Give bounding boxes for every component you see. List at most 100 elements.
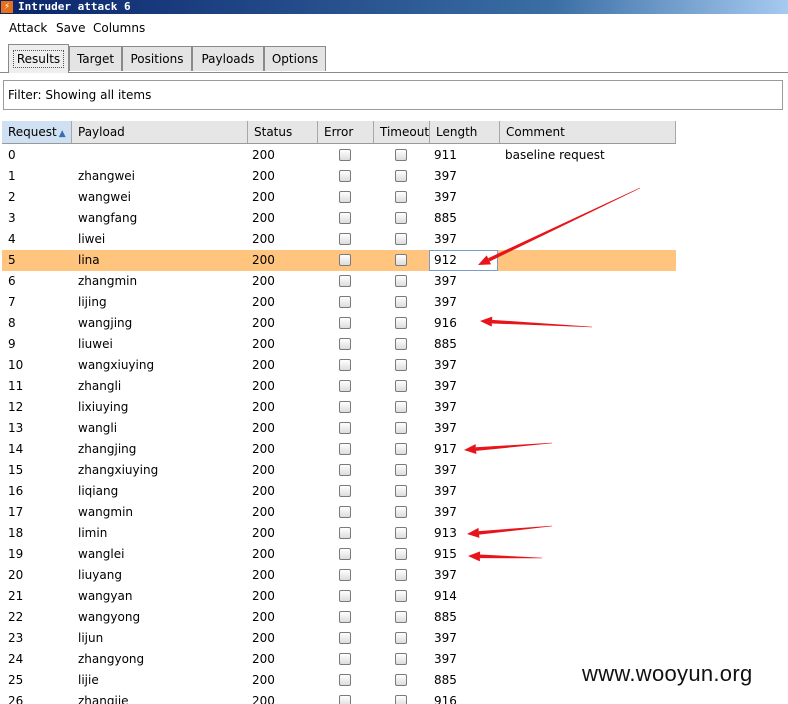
- timeout-checkbox: [395, 422, 407, 434]
- table-row[interactable]: 9 liuwei 200 885: [2, 334, 676, 355]
- cell-request: 15: [8, 463, 24, 477]
- cell-status: 200: [252, 484, 275, 498]
- error-checkbox: [339, 317, 351, 329]
- table-row[interactable]: 26 zhangjie 200 916: [2, 691, 676, 704]
- cell-comment: [505, 208, 675, 229]
- table-row[interactable]: 24 zhangyong 200 397: [2, 649, 676, 670]
- cell-payload: lijing: [78, 295, 107, 309]
- cell-comment: [505, 481, 675, 502]
- cell-timeout: [395, 313, 409, 334]
- table-row[interactable]: 25 lijie 200 885: [2, 670, 676, 691]
- cell-request: 25: [8, 673, 24, 687]
- error-checkbox: [339, 254, 351, 266]
- table-row[interactable]: 13 wangli 200 397: [2, 418, 676, 439]
- tab-results[interactable]: Results: [8, 44, 69, 73]
- error-checkbox: [339, 548, 351, 560]
- table-row[interactable]: 17 wangmin 200 397: [2, 502, 676, 523]
- cell-length: 917: [434, 442, 457, 456]
- error-checkbox: [339, 485, 351, 497]
- cell-status: 200: [252, 211, 275, 225]
- cell-error: [339, 460, 353, 481]
- cell-length: 885: [434, 610, 457, 624]
- cell-payload: zhangwei: [78, 169, 136, 183]
- timeout-checkbox: [395, 548, 407, 560]
- cell-length: 911: [434, 148, 457, 162]
- table-row[interactable]: 5 lina 200 912: [2, 250, 676, 271]
- cell-comment: [505, 523, 675, 544]
- table-row[interactable]: 2 wangwei 200 397: [2, 187, 676, 208]
- tab-target[interactable]: Target: [69, 46, 122, 71]
- table-row[interactable]: 0 200 911 baseline request: [2, 145, 676, 166]
- cell-timeout: [395, 502, 409, 523]
- cell-status: 200: [252, 337, 275, 351]
- cell-payload: liuyang: [78, 568, 122, 582]
- cell-payload: wanglei: [78, 547, 125, 561]
- tab-positions[interactable]: Positions: [122, 46, 192, 71]
- table-row[interactable]: 6 zhangmin 200 397: [2, 271, 676, 292]
- cell-status: 200: [252, 568, 275, 582]
- timeout-checkbox: [395, 590, 407, 602]
- column-header-payload-label: Payload: [78, 125, 125, 139]
- sort-ascending-icon: ▲: [58, 129, 66, 139]
- table-row[interactable]: 8 wangjing 200 916: [2, 313, 676, 334]
- cell-request: 10: [8, 358, 24, 372]
- tab-options[interactable]: Options: [264, 46, 326, 71]
- title-bar: ⚡ Intruder attack 6: [0, 0, 788, 14]
- cell-error: [339, 502, 353, 523]
- cell-timeout: [395, 208, 409, 229]
- table-row[interactable]: 4 liwei 200 397: [2, 229, 676, 250]
- column-header-payload[interactable]: Payload: [72, 121, 248, 143]
- column-header-comment-label: Comment: [506, 125, 565, 139]
- table-row[interactable]: 1 zhangwei 200 397: [2, 166, 676, 187]
- table-row[interactable]: 22 wangyong 200 885: [2, 607, 676, 628]
- cell-request: 22: [8, 610, 24, 624]
- error-checkbox: [339, 233, 351, 245]
- cell-timeout: [395, 607, 409, 628]
- cell-status: 200: [252, 421, 275, 435]
- cell-comment: [505, 271, 675, 292]
- cell-length: 397: [434, 400, 457, 414]
- column-header-timeout[interactable]: Timeout: [374, 121, 430, 143]
- cell-timeout: [395, 187, 409, 208]
- column-header-request[interactable]: Request ▲: [2, 121, 72, 143]
- tab-payloads[interactable]: Payloads: [192, 46, 264, 71]
- menu-save[interactable]: Save: [56, 20, 85, 36]
- table-row[interactable]: 23 lijun 200 397: [2, 628, 676, 649]
- table-row[interactable]: 18 limin 200 913: [2, 523, 676, 544]
- table-row[interactable]: 21 wangyan 200 914: [2, 586, 676, 607]
- cell-length: 397: [434, 295, 457, 309]
- table-row[interactable]: 10 wangxiuying 200 397: [2, 355, 676, 376]
- filter-bar[interactable]: Filter: Showing all items: [3, 80, 783, 110]
- cell-error: [339, 544, 353, 565]
- cell-error: [339, 166, 353, 187]
- cell-comment: [505, 418, 675, 439]
- column-header-status[interactable]: Status: [248, 121, 318, 143]
- table-row[interactable]: 3 wangfang 200 885: [2, 208, 676, 229]
- cell-request: 12: [8, 400, 24, 414]
- cell-error: [339, 670, 353, 691]
- table-row[interactable]: 16 liqiang 200 397: [2, 481, 676, 502]
- table-row[interactable]: 19 wanglei 200 915: [2, 544, 676, 565]
- cell-request: 21: [8, 589, 24, 603]
- table-row[interactable]: 7 lijing 200 397: [2, 292, 676, 313]
- column-header-comment[interactable]: Comment: [500, 121, 676, 143]
- table-row[interactable]: 12 lixiuying 200 397: [2, 397, 676, 418]
- error-checkbox: [339, 170, 351, 182]
- table-row[interactable]: 14 zhangjing 200 917: [2, 439, 676, 460]
- menu-columns[interactable]: Columns: [93, 20, 145, 36]
- menu-attack[interactable]: Attack: [9, 20, 47, 36]
- error-checkbox: [339, 527, 351, 539]
- column-header-status-label: Status: [254, 125, 293, 139]
- table-row[interactable]: 15 zhangxiuying 200 397: [2, 460, 676, 481]
- cell-status: 200: [252, 379, 275, 393]
- cell-length: 913: [434, 526, 457, 540]
- cell-comment: [505, 397, 675, 418]
- column-header-error[interactable]: Error: [318, 121, 374, 143]
- cell-request: 26: [8, 694, 24, 704]
- table-row[interactable]: 11 zhangli 200 397: [2, 376, 676, 397]
- table-row[interactable]: 20 liuyang 200 397: [2, 565, 676, 586]
- timeout-checkbox: [395, 443, 407, 455]
- timeout-checkbox: [395, 674, 407, 686]
- cell-comment: [505, 166, 675, 187]
- column-header-length[interactable]: Length: [430, 121, 500, 143]
